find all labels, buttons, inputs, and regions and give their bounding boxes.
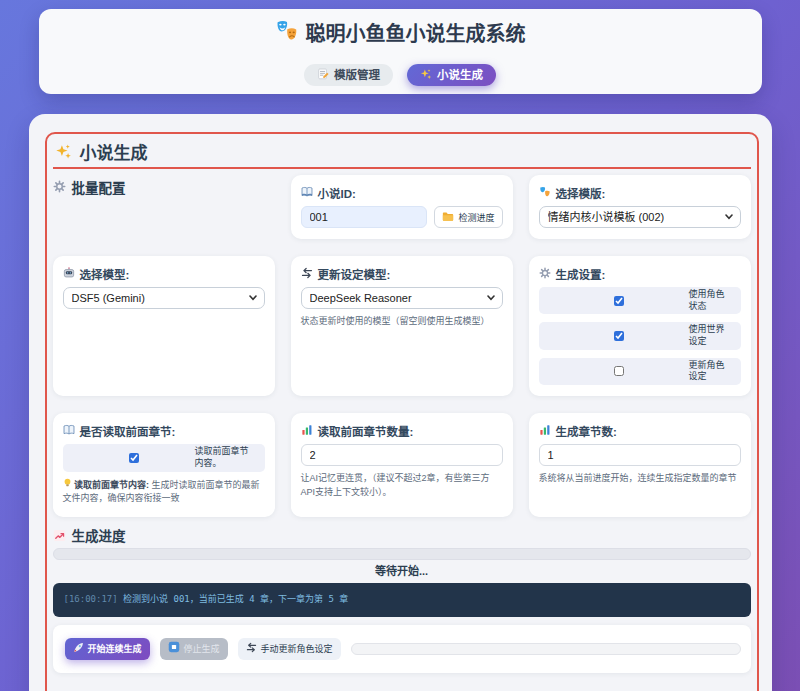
header-card: 聪明小鱼鱼小说生成系统 模版管理 小说生成 [39, 9, 762, 94]
update-model-label: 更新设定模型: [301, 267, 503, 282]
update-model-hint: 状态更新时使用的模型（留空则使用生成模型） [301, 315, 503, 329]
novel-id-label: 小说ID: [301, 186, 503, 201]
template-label: 选择模版: [539, 186, 741, 201]
manual-update-roles-button[interactable]: 手动更新角色设定 [238, 638, 341, 660]
check-progress-button[interactable]: 检测进度 [434, 206, 502, 228]
update-model-card: 更新设定模型: DeepSeek Reasoner 状态更新时使用的模型（留空则… [291, 256, 513, 396]
rocket-icon [73, 642, 84, 656]
read-previous-row: 读取前面章节内容。 [63, 444, 265, 471]
model-card: 选择模型: DSF5 (Gemini) [53, 256, 275, 396]
generation-settings-label-text: 生成设置: [556, 268, 606, 282]
secondary-progress-bar [351, 643, 741, 655]
model-label: 选择模型: [63, 267, 265, 282]
read-previous-label-text: 是否读取前面章节: [80, 425, 176, 439]
config-grid: 批量配置 小说ID: [53, 175, 751, 517]
page-title-text: 小说生成 [80, 144, 148, 164]
read-count-label: 读取前面章节数量: [301, 424, 503, 439]
update-model-label-text: 更新设定模型: [318, 268, 391, 282]
generation-settings-card: 生成设置: 使用角色状态 使用世界设定 更新角色设定 [529, 256, 751, 396]
update-character-setting-label: 更新角色设定 [689, 360, 731, 383]
novel-id-label-text: 小说ID: [318, 187, 356, 201]
tab-bar: 模版管理 小说生成 [39, 64, 762, 86]
gen-count-label-text: 生成章节数: [556, 425, 617, 439]
bar-chart-icon [301, 424, 313, 439]
check-progress-button-label: 检测进度 [458, 211, 494, 224]
read-previous-checkbox[interactable] [129, 453, 139, 463]
model-select[interactable]: DSF5 (Gemini) [63, 287, 265, 309]
template-select[interactable]: 情绪内核小说模板 (002) [539, 206, 741, 228]
read-count-label-text: 读取前面章节数量: [318, 425, 414, 439]
log-message: 检测到小说 001，当前已生成 4 章，下一章为第 5 章 [118, 594, 349, 604]
template-card: 选择模版: 情绪内核小说模板 (002) [529, 175, 751, 239]
theater-masks-icon [275, 19, 299, 49]
read-count-hint: 让AI记忆更连贯，（建议不超过2章，有些第三方API支持上下文较小）。 [301, 472, 503, 499]
use-character-state-checkbox[interactable] [614, 296, 624, 306]
tab-novel-generate-label: 小说生成 [437, 68, 483, 82]
progress-section-label-text: 生成进度 [72, 529, 126, 545]
batch-config-label-text: 批量配置 [72, 181, 126, 197]
bulb-icon [63, 478, 72, 493]
read-previous-hint: 读取前面章节内容: 生成时读取前面章节的最新文件内容，确保内容衔接一致 [63, 478, 265, 506]
open-book-icon [301, 186, 313, 201]
read-previous-card: 是否读取前面章节: 读取前面章节内容。 读取前面章节内容: 生成时读取前面章节的… [53, 413, 275, 516]
use-character-state-row: 使用角色状态 [539, 287, 741, 314]
bar-chart-icon [539, 424, 551, 439]
read-previous-label: 是否读取前面章节: [63, 424, 265, 439]
tab-novel-generate[interactable]: 小说生成 [407, 64, 496, 86]
use-world-setting-row: 使用世界设定 [539, 322, 741, 349]
progress-section-label: 生成进度 [53, 526, 751, 546]
actions-bar: 开始连续生成 停止生成 手动更新角色设定 [53, 625, 751, 673]
novel-generation-section: 小说生成 批量配置 [45, 132, 759, 691]
novel-id-card: 小说ID: 检测进度 [291, 175, 513, 239]
log-timestamp: [16:00:17] [64, 594, 118, 604]
gear-icon [53, 180, 66, 197]
log-console: [16:00:17] 检测到小说 001，当前已生成 4 章，下一章为第 5 章 [53, 583, 751, 617]
use-world-setting-label: 使用世界设定 [689, 324, 731, 347]
template-label-text: 选择模版: [556, 187, 606, 201]
batch-config-label: 批量配置 [53, 175, 275, 197]
page-title: 小说生成 [53, 140, 751, 169]
model-label-text: 选择模型: [80, 268, 130, 282]
folder-icon [442, 211, 454, 224]
robot-icon [63, 267, 75, 282]
use-world-setting-checkbox[interactable] [614, 331, 624, 341]
gen-count-hint: 系统将从当前进度开始，连续生成指定数量的章节 [539, 472, 741, 486]
stop-icon [168, 641, 180, 656]
update-character-setting-checkbox[interactable] [614, 366, 624, 376]
read-count-card: 读取前面章节数量: 让AI记忆更连贯，（建议不超过2章，有些第三方API支持上下… [291, 413, 513, 516]
theater-masks-icon [539, 186, 551, 201]
sparkles-icon [420, 68, 432, 83]
progress-status-text: 等待开始... [53, 564, 751, 579]
swap-arrows-icon [301, 267, 313, 282]
gen-count-card: 生成章节数: 系统将从当前进度开始，连续生成指定数量的章节 [529, 413, 751, 516]
main-panel: 小说生成 批量配置 [29, 114, 772, 691]
progress-bar [53, 548, 751, 560]
memo-icon [317, 68, 329, 83]
tab-template-manage-label: 模版管理 [334, 68, 380, 82]
read-count-input[interactable] [301, 444, 503, 466]
app-title-text: 聪明小鱼鱼小说生成系统 [306, 21, 526, 47]
gen-count-input[interactable] [539, 444, 741, 466]
update-model-select[interactable]: DeepSeek Reasoner [301, 287, 503, 309]
novel-id-input[interactable] [301, 206, 428, 228]
chart-up-icon [53, 529, 66, 546]
use-character-state-label: 使用角色状态 [689, 289, 731, 312]
gen-count-label: 生成章节数: [539, 424, 741, 439]
swap-arrows-icon [246, 642, 257, 656]
sparkles-icon [55, 143, 72, 165]
book-icon [63, 424, 75, 439]
read-previous-hint-strong: 读取前面章节内容: [74, 480, 149, 490]
tab-template-manage[interactable]: 模版管理 [304, 64, 393, 86]
gear-icon [539, 267, 551, 282]
start-generation-button[interactable]: 开始连续生成 [65, 638, 150, 660]
app-title: 聪明小鱼鱼小说生成系统 [39, 19, 762, 49]
manual-update-roles-button-label: 手动更新角色设定 [261, 643, 333, 655]
update-character-setting-row: 更新角色设定 [539, 358, 741, 385]
start-generation-button-label: 开始连续生成 [88, 643, 142, 655]
generation-settings-label: 生成设置: [539, 267, 741, 282]
stop-generation-button-label: 停止生成 [184, 643, 220, 655]
read-previous-option-label: 读取前面章节内容。 [195, 446, 255, 469]
stop-generation-button[interactable]: 停止生成 [160, 638, 228, 660]
